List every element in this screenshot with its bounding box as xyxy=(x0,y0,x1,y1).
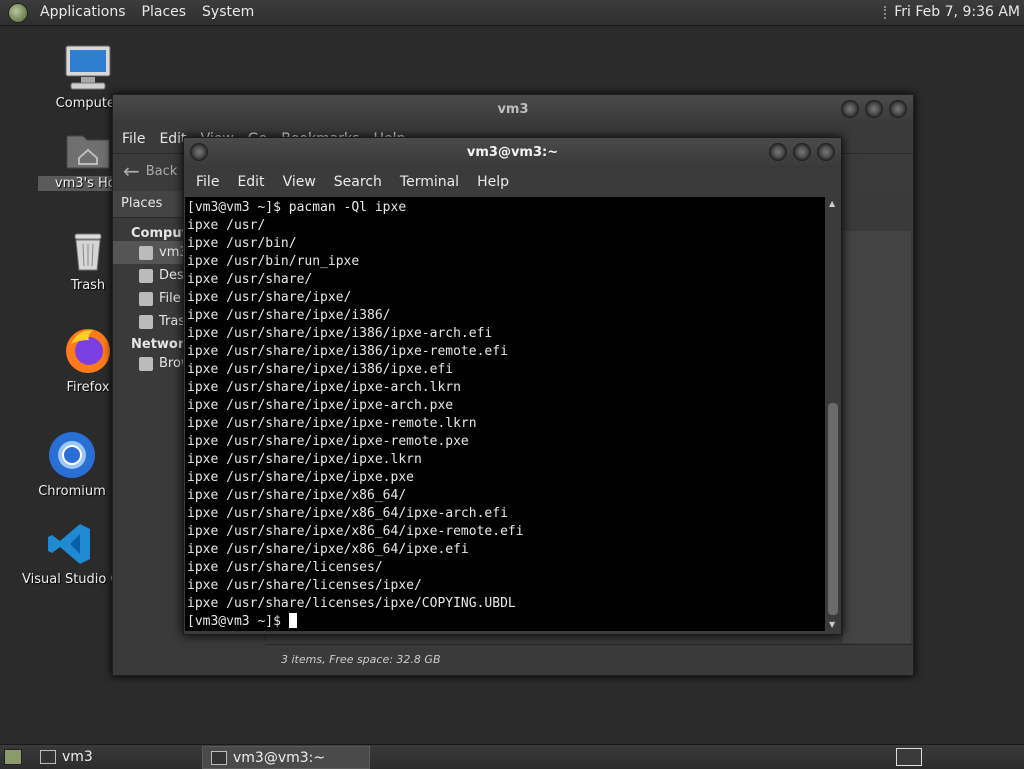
desktop-label-chromium: Chromium xyxy=(38,484,106,499)
terminal-line: ipxe /usr/share/licenses/ipxe/ xyxy=(187,578,422,593)
close-button[interactable] xyxy=(817,143,835,161)
maximize-button[interactable] xyxy=(865,100,883,118)
status-bar: 3 items, Free space: 32.8 GB xyxy=(265,644,913,675)
main-menu-icon[interactable] xyxy=(8,2,28,23)
scrollbar-thumb[interactable] xyxy=(828,403,838,615)
term-menu-file[interactable]: File xyxy=(187,174,228,190)
scroll-down-icon[interactable]: ▼ xyxy=(829,620,835,629)
firefox-icon xyxy=(66,329,110,373)
terminal-line: ipxe /usr/share/ipxe/ xyxy=(187,290,352,305)
terminal-title: vm3@vm3:~ xyxy=(466,145,559,160)
terminal-line: ipxe /usr/share/ipxe/x86_64/ipxe-arch.ef… xyxy=(187,506,508,521)
terminal-prompt-line[interactable]: [vm3@vm3 ~]$ xyxy=(187,613,825,631)
chromium-icon xyxy=(49,432,95,478)
term-menu-help[interactable]: Help xyxy=(468,174,518,190)
home-icon xyxy=(139,245,153,260)
maximize-button[interactable] xyxy=(793,143,811,161)
back-button[interactable]: ← Back xyxy=(113,159,177,183)
terminal-line: ipxe /usr/share/licenses/ipxe/COPYING.UB… xyxy=(187,596,516,611)
folder-small-icon xyxy=(40,749,56,764)
terminal-line: ipxe /usr/share/ipxe/i386/ xyxy=(187,308,391,323)
terminal-line: ipxe /usr/share/ipxe/ipxe-arch.lkrn xyxy=(187,380,461,395)
bottom-panel: vm3 vm3@vm3:~ xyxy=(0,744,1024,769)
close-button[interactable] xyxy=(889,100,907,118)
desktop-icon-vscode[interactable]: Visual Studio Co xyxy=(22,520,128,587)
terminal-line: ipxe /usr/share/ipxe/i386/ipxe-arch.efi xyxy=(187,326,493,341)
applications-menu[interactable]: Applications xyxy=(32,0,134,25)
terminal-menubar: File Edit View Search Terminal Help xyxy=(184,168,841,196)
terminal-cursor xyxy=(288,613,297,628)
desktop-icon xyxy=(139,268,153,283)
terminal-line: ipxe /usr/share/ipxe/ipxe-remote.lkrn xyxy=(187,416,477,431)
system-menu[interactable]: System xyxy=(194,0,262,25)
terminal-line: ipxe /usr/share/ipxe/x86_64/ xyxy=(187,488,407,503)
terminal-line: ipxe /usr/share/ipxe/ipxe.pxe xyxy=(187,470,414,485)
term-menu-view[interactable]: View xyxy=(274,174,325,190)
terminal-line: ipxe /usr/ xyxy=(187,218,266,233)
show-desktop-icon[interactable] xyxy=(4,749,22,765)
terminal-scrollbar[interactable]: ▲ ▼ xyxy=(826,197,840,631)
drive-icon xyxy=(139,291,153,306)
file-view-area[interactable] xyxy=(843,231,911,643)
taskbar-item-file-manager[interactable]: vm3 xyxy=(32,746,206,767)
desktop-icon-chromium[interactable]: Chromium xyxy=(22,430,122,499)
trash-icon xyxy=(74,233,102,271)
file-manager-title: vm3 xyxy=(497,102,529,117)
terminal-titlebar[interactable]: vm3@vm3:~ xyxy=(184,138,841,168)
term-menu-search[interactable]: Search xyxy=(325,174,391,190)
workspace-switcher[interactable] xyxy=(896,748,922,766)
terminal-output[interactable]: [vm3@vm3 ~]$ pacman -Ql ipxe ipxe /usr/ip… xyxy=(185,197,825,631)
terminal-line: ipxe /usr/share/ xyxy=(187,272,313,287)
taskbar-label: vm3 xyxy=(62,748,93,765)
terminal-line: ipxe /usr/share/ipxe/ipxe-arch.pxe xyxy=(187,398,454,413)
terminal-line: ipxe /usr/bin/ xyxy=(187,236,297,251)
computer-icon xyxy=(65,45,111,90)
file-manager-titlebar[interactable]: vm3 xyxy=(113,95,913,125)
terminal-line: ipxe /usr/share/ipxe/ipxe.lkrn xyxy=(187,452,422,467)
clock[interactable]: Fri Feb 7, 9:36 AM xyxy=(894,0,1020,25)
back-label: Back xyxy=(145,163,178,179)
term-menu-edit[interactable]: Edit xyxy=(228,174,273,190)
terminal-line: ipxe /usr/share/ipxe/i386/ipxe.efi xyxy=(187,362,454,377)
back-arrow-icon: ← xyxy=(123,159,140,183)
network-icon xyxy=(139,356,153,371)
terminal-line: [vm3@vm3 ~]$ pacman -Ql ipxe xyxy=(187,200,407,215)
fm-menu-file[interactable]: File xyxy=(115,131,152,147)
taskbar-item-terminal[interactable]: vm3@vm3:~ xyxy=(202,746,370,769)
terminal-window[interactable]: vm3@vm3:~ File Edit View Search Terminal… xyxy=(183,137,842,635)
minimize-button[interactable] xyxy=(841,100,859,118)
desktop-label-vscode: Visual Studio Co xyxy=(22,572,128,587)
top-panel: Applications Places System Fri Feb 7, 9:… xyxy=(0,0,1024,26)
terminal-line: ipxe /usr/share/ipxe/x86_64/ipxe.efi xyxy=(187,542,469,557)
trash-small-icon xyxy=(139,314,153,329)
home-folder-icon xyxy=(66,135,110,169)
panel-drag-handle[interactable] xyxy=(884,6,888,19)
terminal-line: ipxe /usr/share/licenses/ xyxy=(187,560,383,575)
vscode-icon xyxy=(48,524,90,564)
terminal-line: ipxe /usr/share/ipxe/ipxe-remote.pxe xyxy=(187,434,469,449)
terminal-line: ipxe /usr/share/ipxe/i386/ipxe-remote.ef… xyxy=(187,344,508,359)
terminal-line: ipxe /usr/share/ipxe/x86_64/ipxe-remote.… xyxy=(187,524,524,539)
taskbar-label: vm3@vm3:~ xyxy=(233,749,326,766)
minimize-button[interactable] xyxy=(769,143,787,161)
terminal-prompt: [vm3@vm3 ~]$ xyxy=(187,614,289,629)
terminal-line: ipxe /usr/bin/run_ipxe xyxy=(187,254,360,269)
terminal-small-icon xyxy=(211,750,227,765)
term-menu-terminal[interactable]: Terminal xyxy=(391,174,468,190)
places-menu[interactable]: Places xyxy=(134,0,195,25)
scroll-up-icon[interactable]: ▲ xyxy=(829,199,835,208)
